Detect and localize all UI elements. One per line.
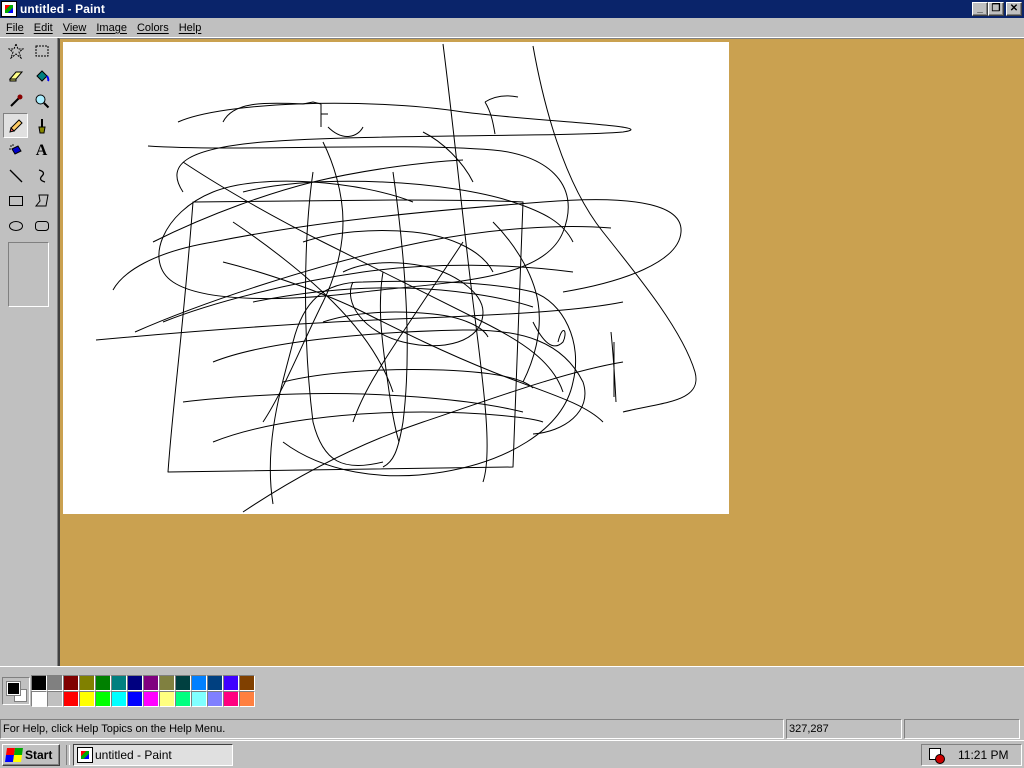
- color-swatches: [31, 675, 255, 707]
- color-swatch[interactable]: [175, 675, 191, 691]
- window-controls: _ ❐ ✕: [972, 2, 1022, 16]
- tool-rounded-rectangle[interactable]: [29, 213, 54, 238]
- menu-image[interactable]: Image: [91, 22, 132, 34]
- status-bar: For Help, click Help Topics on the Help …: [0, 718, 1024, 740]
- menu-help[interactable]: Help: [174, 22, 207, 34]
- scribble-drawing: [95, 43, 697, 513]
- start-button[interactable]: Start: [2, 744, 60, 766]
- foreground-color-swatch: [6, 681, 21, 696]
- color-swatch[interactable]: [31, 675, 47, 691]
- color-swatch[interactable]: [159, 675, 175, 691]
- taskbar-separator: [66, 745, 70, 765]
- tool-line[interactable]: [3, 163, 28, 188]
- tool-brush[interactable]: [29, 113, 54, 138]
- taskbar-button-paint[interactable]: untitled - Paint: [73, 744, 233, 766]
- color-swatch[interactable]: [127, 691, 143, 707]
- rect-select-icon: [35, 45, 48, 56]
- color-swatch[interactable]: [207, 675, 223, 691]
- color-swatch[interactable]: [191, 675, 207, 691]
- menu-file[interactable]: File: [1, 22, 29, 34]
- color-swatch[interactable]: [79, 691, 95, 707]
- magnifier-icon: [35, 94, 49, 108]
- tool-text[interactable]: A: [29, 138, 54, 163]
- airbrush-icon: [8, 143, 22, 155]
- tool-airbrush[interactable]: [3, 138, 28, 163]
- canvas-workspace: [58, 38, 1024, 666]
- window-title: untitled - Paint: [20, 2, 105, 16]
- color-swatch[interactable]: [191, 691, 207, 707]
- tool-pencil[interactable]: [3, 113, 28, 138]
- menu-view[interactable]: View: [58, 22, 92, 34]
- color-swatch[interactable]: [159, 691, 175, 707]
- minimize-button[interactable]: _: [972, 2, 988, 16]
- eraser-icon: [8, 71, 23, 81]
- color-swatch[interactable]: [31, 691, 47, 707]
- text-icon: A: [35, 141, 48, 159]
- color-swatch[interactable]: [239, 675, 255, 691]
- system-tray: 11:21 PM: [921, 744, 1022, 766]
- menu-bar: File Edit View Image Colors Help: [0, 18, 1024, 38]
- color-swatch[interactable]: [223, 675, 239, 691]
- color-swatch[interactable]: [79, 675, 95, 691]
- line-icon: [9, 169, 22, 182]
- ellipse-icon: [8, 220, 23, 231]
- star-select-icon: [7, 42, 24, 59]
- tool-options-box[interactable]: [8, 242, 49, 307]
- pencil-icon: [8, 118, 23, 133]
- color-swatch[interactable]: [47, 675, 63, 691]
- color-swatch[interactable]: [239, 691, 255, 707]
- tool-magnifier[interactable]: [29, 88, 54, 113]
- rectangle-icon: [8, 195, 23, 206]
- windows-logo-icon: [5, 748, 23, 762]
- color-palette-bar: [0, 666, 1024, 716]
- tool-rectangle[interactable]: [3, 188, 28, 213]
- paint-app-icon[interactable]: [1, 1, 17, 17]
- menu-colors[interactable]: Colors: [132, 22, 174, 34]
- paint-app-icon: [77, 747, 93, 763]
- toolbox: A: [0, 38, 58, 666]
- tool-fill-with-color[interactable]: [29, 63, 54, 88]
- tool-polygon[interactable]: [29, 188, 54, 213]
- scheduler-icon[interactable]: [928, 747, 945, 764]
- color-swatch[interactable]: [143, 691, 159, 707]
- color-swatch[interactable]: [95, 691, 111, 707]
- eyedropper-icon: [9, 94, 22, 107]
- color-swatch[interactable]: [143, 675, 159, 691]
- tool-curve[interactable]: [29, 163, 54, 188]
- current-colors-indicator[interactable]: [2, 677, 30, 705]
- status-help-text: For Help, click Help Topics on the Help …: [0, 719, 784, 739]
- color-swatch[interactable]: [127, 675, 143, 691]
- restore-button[interactable]: ❐: [988, 2, 1004, 16]
- clock[interactable]: 11:21 PM: [958, 748, 1008, 762]
- color-swatch[interactable]: [111, 675, 127, 691]
- color-swatch[interactable]: [95, 675, 111, 691]
- tool-eraser[interactable]: [3, 63, 28, 88]
- taskbar-button-label: untitled - Paint: [95, 748, 172, 762]
- paint-bucket-icon: [35, 69, 49, 82]
- color-swatch[interactable]: [207, 691, 223, 707]
- taskbar: Start untitled - Paint 11:21 PM: [0, 740, 1024, 768]
- brush-icon: [37, 118, 46, 133]
- menu-edit[interactable]: Edit: [29, 22, 58, 34]
- color-swatch[interactable]: [223, 691, 239, 707]
- curve-icon: [38, 168, 45, 183]
- tool-free-form-select[interactable]: [3, 38, 28, 63]
- title-bar[interactable]: untitled - Paint _ ❐ ✕: [0, 0, 1024, 18]
- color-swatch[interactable]: [63, 675, 79, 691]
- color-swatch[interactable]: [111, 691, 127, 707]
- polygon-icon: [34, 194, 49, 206]
- tool-ellipse[interactable]: [3, 213, 28, 238]
- close-button[interactable]: ✕: [1006, 2, 1022, 16]
- tool-pick-color[interactable]: [3, 88, 28, 113]
- status-coordinates: 327,287: [786, 719, 902, 739]
- start-label: Start: [25, 748, 53, 762]
- rounded-rectangle-icon: [34, 220, 49, 231]
- tool-select[interactable]: [29, 38, 54, 63]
- color-swatch[interactable]: [63, 691, 79, 707]
- status-selection-size: [904, 719, 1020, 739]
- drawing-canvas[interactable]: [63, 42, 729, 514]
- color-swatch[interactable]: [47, 691, 63, 707]
- color-swatch[interactable]: [175, 691, 191, 707]
